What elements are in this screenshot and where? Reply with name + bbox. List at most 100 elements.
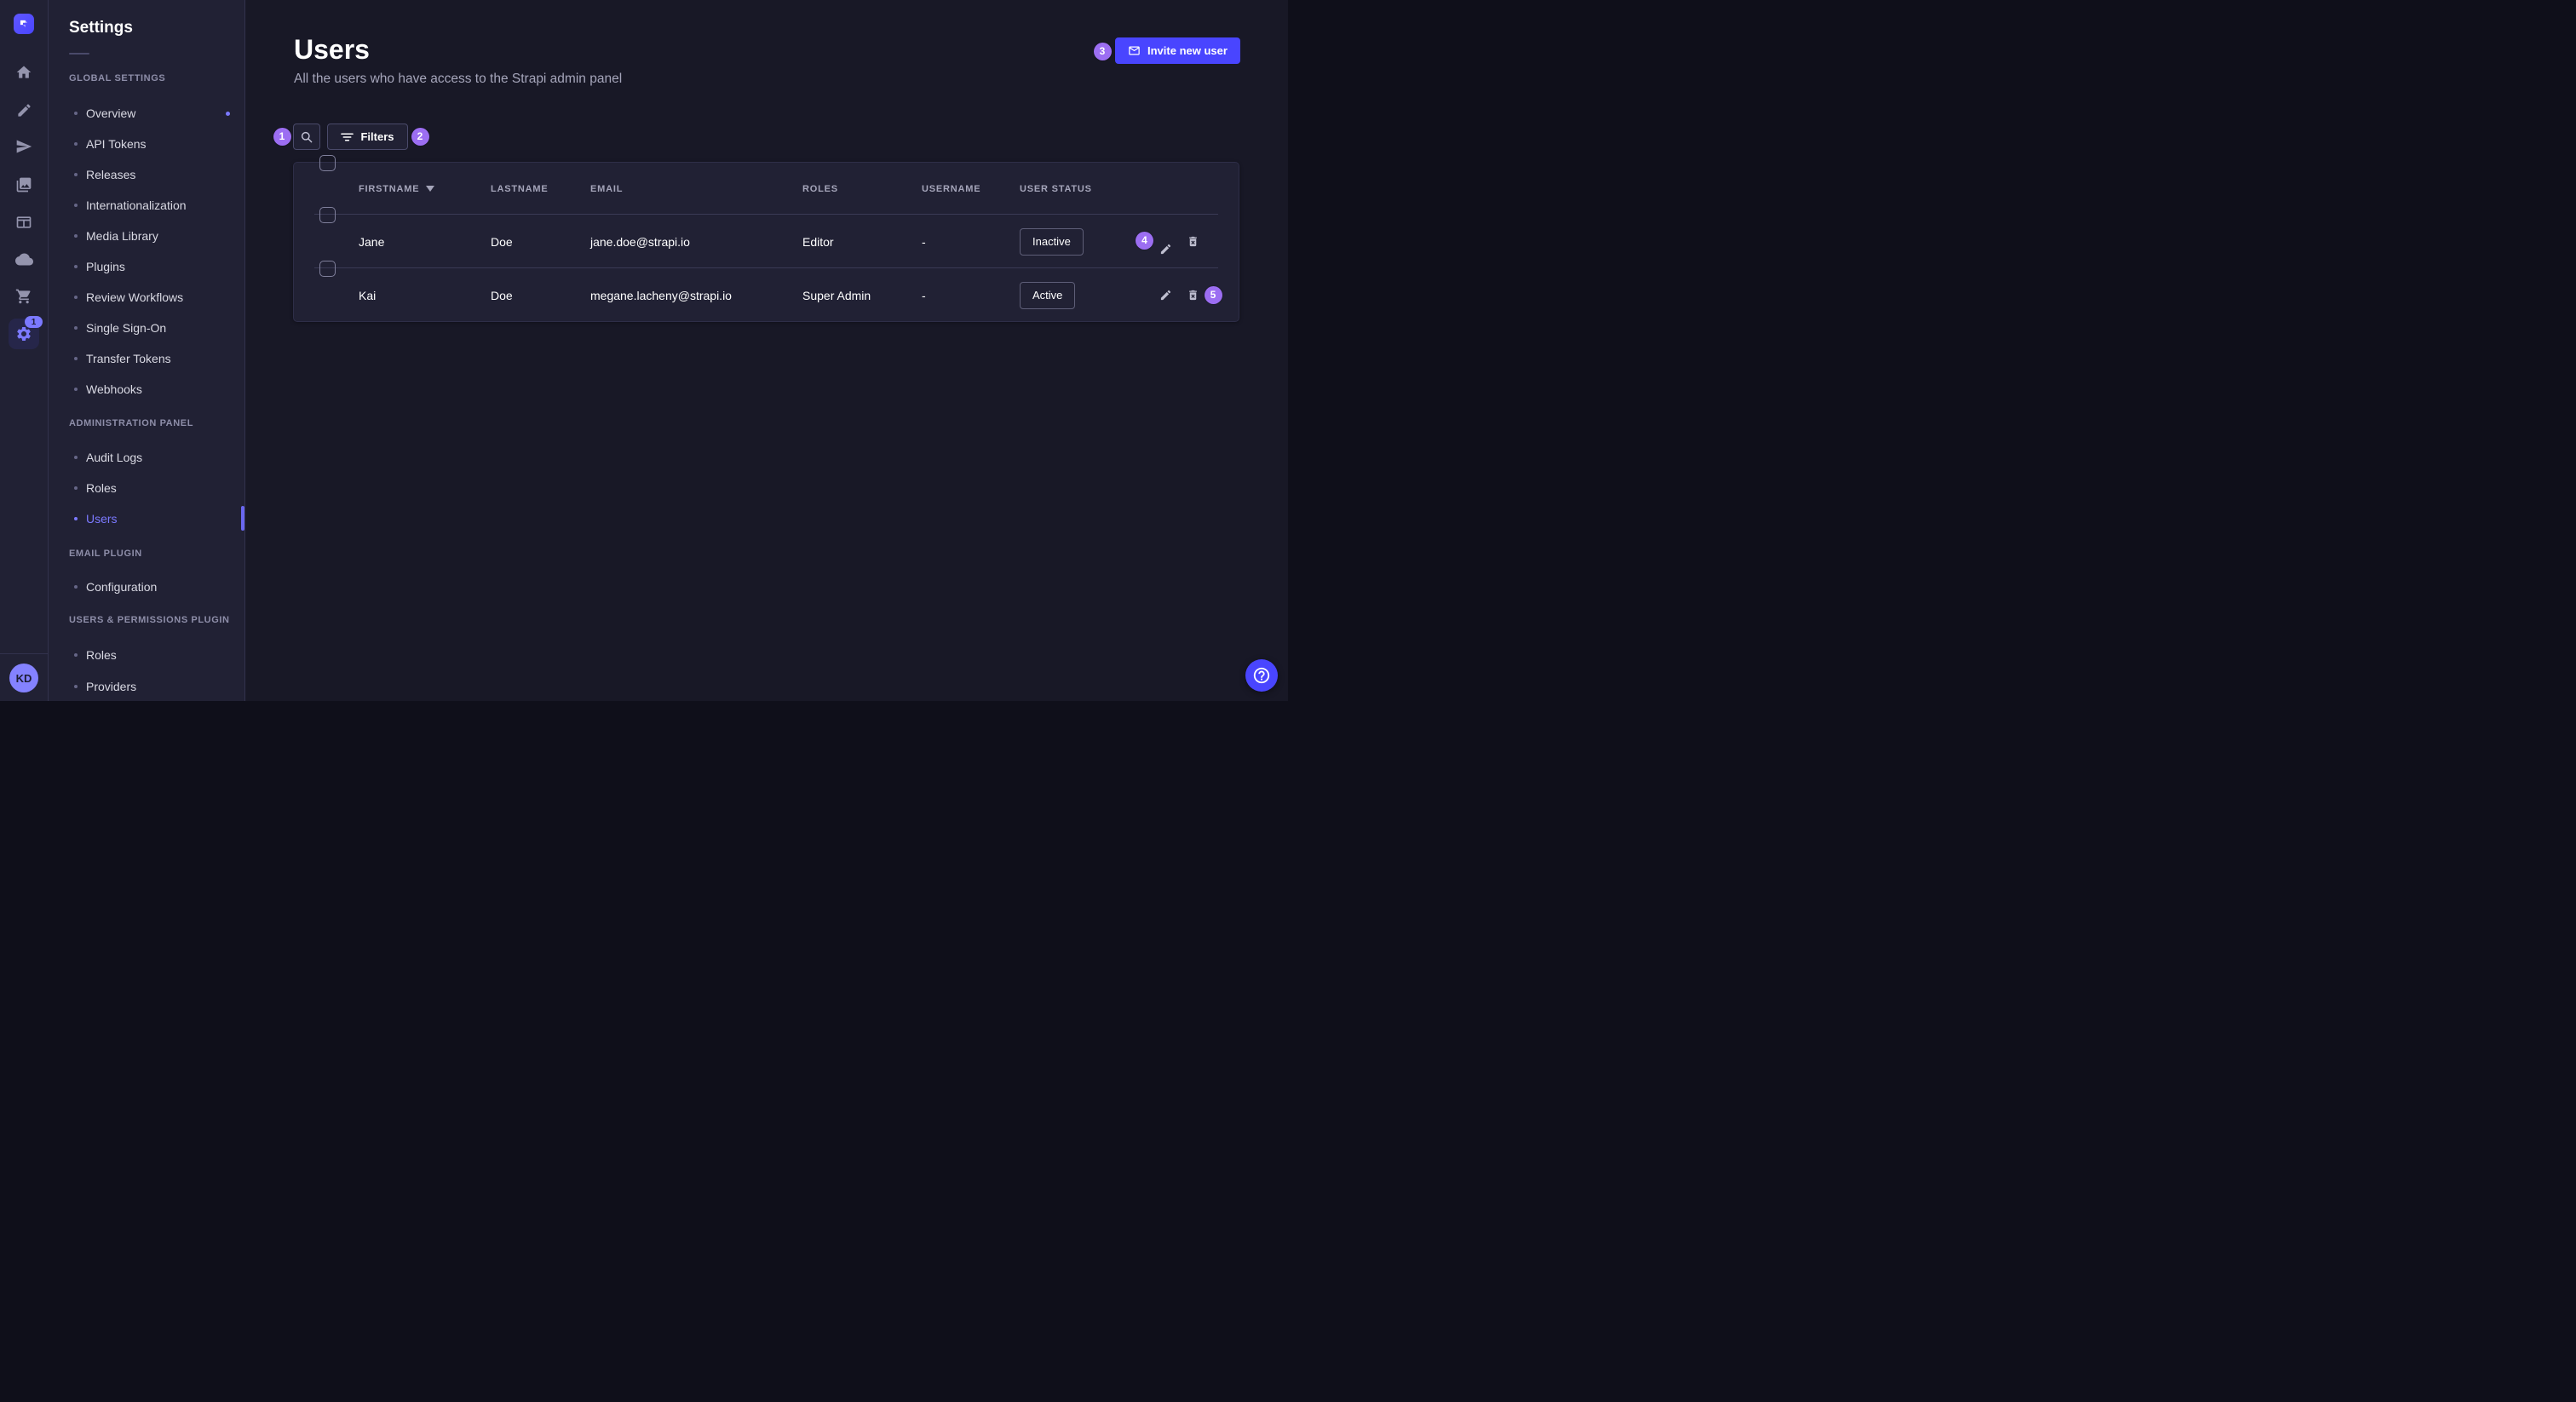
column-header-roles[interactable]: ROLES [802, 163, 838, 215]
page-title: Users [294, 34, 370, 66]
cart-icon[interactable] [14, 286, 34, 307]
annotation-marker-2: 2 [411, 128, 429, 146]
sidebar-item-internationalization[interactable]: Internationalization [69, 196, 239, 215]
bullet-icon [74, 142, 78, 146]
sidebar-item-label: Releases [86, 168, 135, 181]
nav-divider [0, 653, 48, 654]
annotation-marker-4: 4 [1136, 232, 1153, 250]
bullet-icon [74, 388, 78, 391]
pen-icon[interactable] [14, 100, 34, 120]
settings-subnav: Settings GLOBAL SETTINGS Overview API To… [49, 0, 245, 701]
cloud-icon[interactable] [14, 249, 34, 269]
column-header-user-status[interactable]: USER STATUS [1020, 163, 1092, 215]
bullet-icon [74, 112, 78, 115]
sidebar-item-single-sign-on[interactable]: Single Sign-On [69, 319, 239, 337]
subnav-scrollbar-thumb[interactable] [241, 506, 244, 531]
sidebar-item-label: Providers [86, 680, 136, 693]
question-mark-icon [1252, 666, 1271, 685]
cell-firstname: Kai [359, 268, 376, 322]
invite-button-label: Invite new user [1147, 44, 1228, 57]
select-all-checkbox[interactable] [319, 155, 336, 171]
delete-button[interactable] [1182, 284, 1204, 306]
status-badge-active: Active [1020, 282, 1075, 309]
cell-lastname: Doe [491, 215, 513, 268]
bullet-icon [74, 234, 78, 238]
annotation-marker-5: 5 [1205, 286, 1222, 304]
help-button[interactable] [1245, 659, 1278, 692]
invite-new-user-button[interactable]: Invite new user [1115, 37, 1240, 64]
cell-firstname: Jane [359, 215, 384, 268]
sidebar-item-label: Roles [86, 481, 117, 495]
users-table: FIRSTNAME LASTNAME EMAIL ROLES USERNAME … [293, 162, 1239, 322]
bullet-icon [74, 326, 78, 330]
sidebar-item-providers[interactable]: Providers [69, 677, 239, 696]
sidebar-item-audit-logs[interactable]: Audit Logs [69, 448, 239, 467]
sidebar-item-label: Media Library [86, 229, 158, 243]
sidebar-item-label: Roles [86, 648, 117, 662]
overview-notification-dot [226, 112, 230, 116]
column-header-email[interactable]: EMAIL [590, 163, 623, 215]
avatar[interactable]: KD [9, 664, 38, 692]
row-checkbox[interactable] [319, 261, 336, 277]
section-label-global-settings: GLOBAL SETTINGS [69, 73, 165, 87]
annotation-marker-3: 3 [1094, 43, 1112, 60]
sidebar-item-review-workflows[interactable]: Review Workflows [69, 288, 239, 307]
table-row-kai[interactable]: Kai Doe megane.lacheny@strapi.io Super A… [294, 268, 1239, 322]
filters-button-label: Filters [360, 130, 394, 143]
funnel-icon [341, 132, 354, 142]
cell-user-status: Inactive [1020, 215, 1084, 268]
sidebar-item-overview[interactable]: Overview [69, 104, 239, 123]
status-badge-inactive: Inactive [1020, 228, 1084, 256]
sidebar-item-api-tokens[interactable]: API Tokens [69, 135, 239, 153]
edit-button[interactable] [1154, 284, 1176, 306]
bullet-icon [74, 517, 78, 520]
column-header-username[interactable]: USERNAME [922, 163, 980, 215]
sidebar-item-users-active[interactable]: Users [69, 509, 239, 528]
section-label-users-permissions-plugin: USERS & PERMISSIONS PLUGIN [69, 615, 230, 629]
bullet-icon [74, 486, 78, 490]
sidebar-item-media-library[interactable]: Media Library [69, 227, 239, 245]
sidebar-item-plugins[interactable]: Plugins [69, 257, 239, 276]
sidebar-item-label: Review Workflows [86, 290, 183, 304]
layout-icon[interactable] [14, 212, 34, 233]
paper-plane-icon[interactable] [14, 136, 34, 157]
sidebar-item-label: Transfer Tokens [86, 352, 171, 365]
section-label-email-plugin: EMAIL PLUGIN [69, 549, 142, 562]
bullet-icon [74, 685, 78, 688]
sidebar-item-label: Overview [86, 106, 135, 120]
filters-button[interactable]: Filters [327, 124, 408, 150]
cell-username: - [922, 268, 926, 322]
sidebar-item-transfer-tokens[interactable]: Transfer Tokens [69, 349, 239, 368]
section-label-administration-panel: ADMINISTRATION PANEL [69, 418, 193, 432]
row-checkbox[interactable] [319, 207, 336, 223]
sidebar-item-webhooks[interactable]: Webhooks [69, 380, 239, 399]
edit-button[interactable] [1154, 238, 1176, 261]
subnav-divider [69, 53, 89, 55]
sidebar-item-label: Configuration [86, 580, 157, 594]
settings-notification-badge: 1 [25, 316, 43, 328]
sidebar-item-releases[interactable]: Releases [69, 165, 239, 184]
sidebar-item-label: Users [86, 512, 118, 526]
cell-email: jane.doe@strapi.io [590, 215, 690, 268]
column-header-lastname[interactable]: LASTNAME [491, 163, 549, 215]
main-nav: 1 KD [0, 0, 49, 701]
pencil-icon [1159, 243, 1172, 256]
home-icon[interactable] [14, 62, 34, 83]
column-header-firstname[interactable]: FIRSTNAME [359, 163, 434, 215]
sidebar-item-admin-roles[interactable]: Roles [69, 479, 239, 497]
sidebar-item-label: Single Sign-On [86, 321, 166, 335]
table-row-jane[interactable]: Jane Doe jane.doe@strapi.io Editor - Ina… [294, 215, 1239, 268]
bullet-icon [74, 585, 78, 589]
pencil-icon [1159, 289, 1172, 302]
sidebar-item-label: Plugins [86, 260, 125, 273]
sidebar-item-configuration[interactable]: Configuration [69, 577, 239, 596]
sort-desc-icon [426, 186, 434, 192]
sidebar-item-label: Internationalization [86, 198, 187, 212]
sidebar-item-up-roles[interactable]: Roles [69, 646, 239, 664]
search-icon [300, 130, 313, 144]
delete-button[interactable] [1182, 230, 1204, 252]
search-button[interactable] [293, 124, 320, 150]
media-library-icon[interactable] [14, 175, 34, 195]
strapi-logo[interactable] [14, 14, 34, 34]
strapi-admin-app: 1 KD Settings GLOBAL SETTINGS Overview A… [0, 0, 1288, 701]
